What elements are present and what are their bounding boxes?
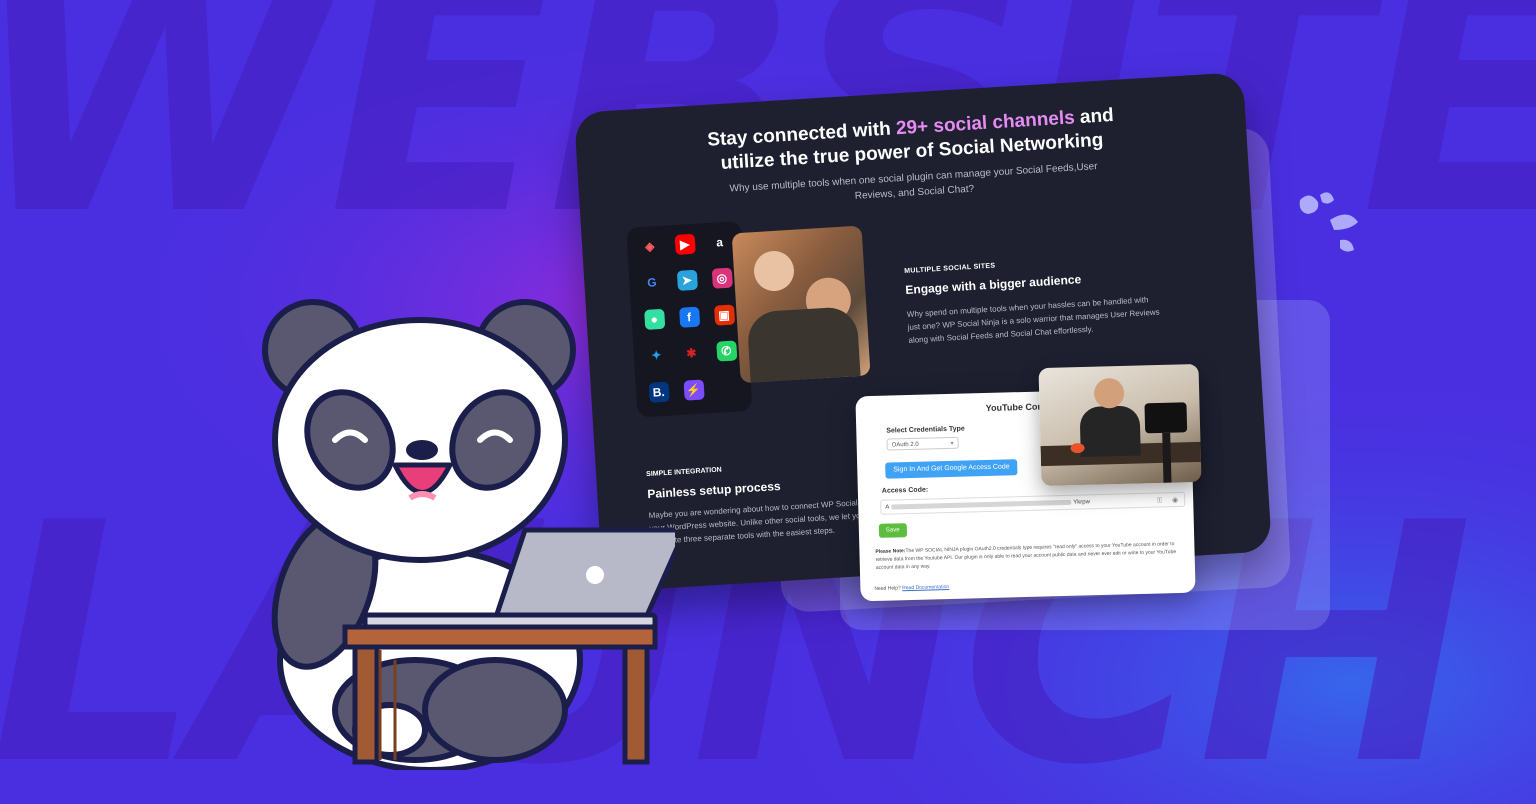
- whatsapp-icon: ✆: [715, 340, 737, 362]
- privacy-note: Please Note:The WP SOCIAL NINJA plugin O…: [875, 541, 1177, 571]
- camera-icon: [1144, 402, 1188, 434]
- redacted-code: [891, 499, 1072, 510]
- amazon-icon: a: [715, 235, 724, 250]
- cooking-video-thumbnail[interactable]: [1038, 363, 1202, 487]
- aliexpress-icon: ▣: [713, 304, 735, 326]
- friends-photo: [731, 225, 871, 384]
- telegram-icon: ➤: [676, 270, 698, 292]
- instagram-icon: ◎: [711, 267, 733, 290]
- messenger-icon: ⚡: [683, 379, 705, 401]
- read-documentation-link[interactable]: Read Documentation: [902, 584, 949, 591]
- eye-icon[interactable]: ◉: [1172, 493, 1179, 508]
- panda-mascot-illustration: [262, 299, 675, 770]
- multiple-sites-title: Engage with a bigger audience: [904, 272, 1082, 297]
- credentials-select[interactable]: OAuth 2.0 ▾: [886, 436, 959, 451]
- youtube-icon: ▶: [674, 233, 696, 255]
- access-code-input[interactable]: AYkrpw ⚿ ◉: [880, 491, 1186, 515]
- facebook-icon: f: [678, 306, 700, 328]
- google-signin-button[interactable]: Sign In And Get Google Access Code: [885, 459, 1018, 479]
- key-icon[interactable]: ⚿: [1157, 493, 1163, 508]
- help-text: Need Help? Read Documentation: [874, 584, 950, 592]
- multiple-sites-body: Why spend on multiple tools when your ha…: [906, 295, 1160, 345]
- splash-decoration: [1299, 192, 1358, 252]
- credentials-label: Select Credentials Type: [886, 425, 965, 435]
- yelp-icon: ✱: [685, 346, 697, 361]
- access-code-label: Access Code:: [881, 486, 929, 495]
- chevron-down-icon: ▾: [950, 440, 954, 447]
- multiple-sites-eyebrow: MULTIPLE SOCIAL SITES: [904, 262, 996, 276]
- simple-integration-body: Maybe you are wondering about how to con…: [648, 496, 888, 547]
- settings-title: YouTube Con: [985, 401, 1043, 414]
- airbnb-icon: ◈: [644, 239, 655, 254]
- save-button[interactable]: Save: [878, 523, 907, 538]
